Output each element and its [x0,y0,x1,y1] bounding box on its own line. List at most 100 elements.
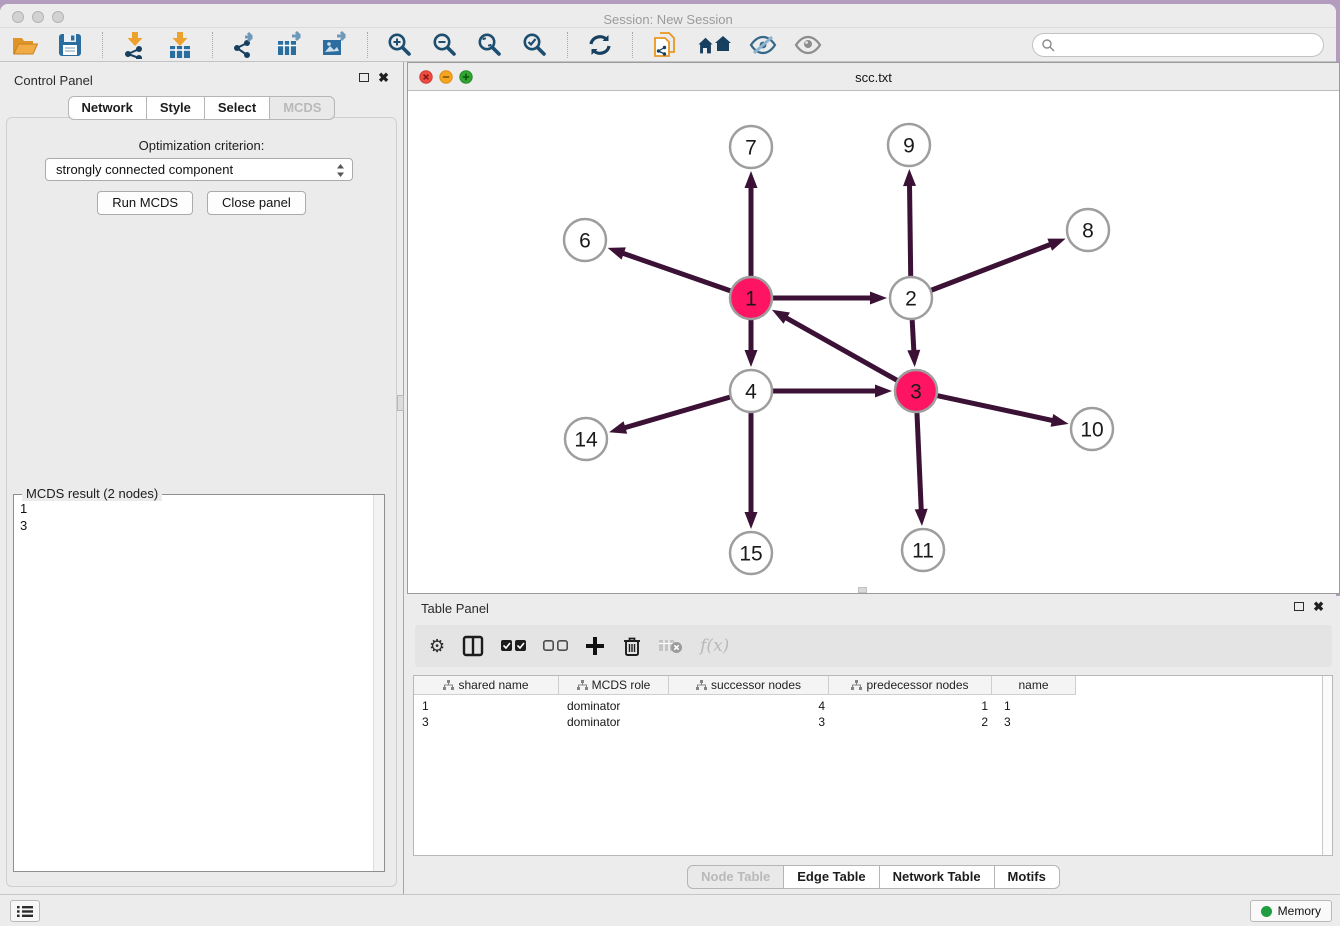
delete-table-icon[interactable] [659,633,683,659]
zoom-out-icon[interactable] [430,30,460,60]
close-panel-button[interactable]: Close panel [207,191,306,215]
close-table-panel-icon[interactable]: ✖ [1313,601,1324,612]
edge-arrowhead [1047,239,1065,251]
network-resize-grip[interactable] [858,587,867,593]
run-mcds-button[interactable]: Run MCDS [97,191,193,215]
table-panel-title: Table Panel [421,601,489,616]
mcds-result-textarea[interactable]: 1 3 [14,496,372,871]
zoom-in-icon[interactable] [385,30,415,60]
split-table-icon[interactable] [462,633,484,659]
table-panel: Table Panel ✖ ⚙ f(x) shared nameMC [407,596,1340,894]
edge-3-1[interactable] [785,317,897,380]
edge-2-3[interactable] [912,320,914,352]
table-cell: dominator [559,714,669,730]
memory-label: Memory [1278,904,1321,918]
memory-status-icon [1261,906,1272,917]
select-all-columns-icon[interactable] [501,633,526,659]
export-image-icon[interactable] [320,30,350,60]
save-session-icon[interactable] [55,30,85,60]
edge-arrowhead [915,509,928,526]
edge-arrowhead [745,512,758,529]
edge-arrowhead [609,421,627,433]
edge-arrowhead [903,169,916,186]
table-tab-node-table[interactable]: Node Table [687,865,784,889]
criterion-value: strongly connected component [56,162,233,177]
home-layout-icon[interactable] [695,30,733,60]
toolbar-separator [632,32,633,58]
table-settings-icon[interactable]: ⚙ [429,633,445,659]
tab-mcds[interactable]: MCDS [269,96,335,120]
zoom-selected-icon[interactable] [520,30,550,60]
edge-2-8[interactable] [932,244,1052,290]
table-toolbar: ⚙ f(x) [415,625,1332,667]
table-cell: 4 [669,698,829,714]
export-table-icon[interactable] [275,30,305,60]
panel-divider-grip[interactable] [397,395,404,411]
table-cell: 3 [414,714,559,730]
edge-3-10[interactable] [938,396,1054,421]
edge-4-14[interactable] [623,397,729,428]
control-panel: Control Panel ✖ NetworkStyleSelectMCDS O… [0,62,404,894]
graph-node-label: 11 [912,540,934,563]
delete-column-icon[interactable] [622,633,642,659]
status-bar: Memory [0,894,1340,926]
table-row[interactable]: 1dominator411 [414,698,1076,714]
apply-function-icon[interactable]: f(x) [700,633,729,659]
search-field[interactable] [1032,33,1324,57]
close-panel-icon[interactable]: ✖ [378,72,389,83]
table-cell: 3 [669,714,829,730]
main-titlebar: Session: New Session [0,4,1336,28]
memory-button[interactable]: Memory [1250,900,1332,922]
graph-node-label: 10 [1080,419,1103,442]
network-window-titlebar[interactable]: scc.txt [408,63,1339,91]
table-cell: 3 [992,714,1076,730]
column-header-predecessor-nodes[interactable]: predecessor nodes [829,676,992,695]
result-scrollbar[interactable] [373,495,384,871]
tab-select[interactable]: Select [204,96,270,120]
toolbar-separator [367,32,368,58]
export-network-icon[interactable] [230,30,260,60]
table-panel-tabs: Node TableEdge TableNetwork TableMotifs [407,865,1340,889]
import-table-icon[interactable] [165,30,195,60]
table-cell: 2 [829,714,992,730]
toolbar-separator [212,32,213,58]
deselect-all-columns-icon[interactable] [543,633,568,659]
column-header-MCDS-role[interactable]: MCDS role [559,676,669,695]
graph-node-label: 2 [905,288,917,311]
show-all-icon[interactable] [793,30,823,60]
task-history-button[interactable] [10,900,40,922]
table-cell: 1 [992,698,1076,714]
edge-1-6[interactable] [622,253,730,291]
table-tab-motifs[interactable]: Motifs [994,865,1060,889]
add-column-icon[interactable] [585,633,605,659]
tab-network[interactable]: Network [68,96,147,120]
float-table-panel-icon[interactable] [1294,602,1304,611]
search-input[interactable] [1059,35,1323,55]
edge-2-9[interactable] [910,184,911,276]
table-scrollbar[interactable] [1322,676,1332,855]
column-header-successor-nodes[interactable]: successor nodes [669,676,829,695]
import-network-icon[interactable] [120,30,150,60]
table-tab-network-table[interactable]: Network Table [879,865,995,889]
table-row[interactable]: 3dominator323 [414,714,1076,730]
criterion-dropdown[interactable]: strongly connected component [45,158,353,181]
zoom-fit-icon[interactable] [475,30,505,60]
float-panel-icon[interactable] [359,73,369,82]
graph-node-label: 4 [745,381,757,404]
edge-arrowhead [907,350,920,367]
table-tab-edge-table[interactable]: Edge Table [783,865,879,889]
graph-node-label: 1 [745,288,757,311]
network-graph-canvas[interactable]: 7968124314101511 [408,91,1339,593]
tab-style[interactable]: Style [146,96,205,120]
refresh-layout-icon[interactable] [585,30,615,60]
graph-node-label: 7 [745,137,757,160]
main-toolbar [0,28,1336,62]
edge-3-11[interactable] [917,413,921,511]
column-header-shared-name[interactable]: shared name [414,676,559,695]
column-header-name[interactable]: name [992,676,1076,695]
open-session-icon[interactable] [10,30,40,60]
clone-network-icon[interactable] [650,30,680,60]
application-window: Session: New Session [0,0,1340,926]
edge-arrowhead [875,385,892,398]
hide-selected-icon[interactable] [748,30,778,60]
